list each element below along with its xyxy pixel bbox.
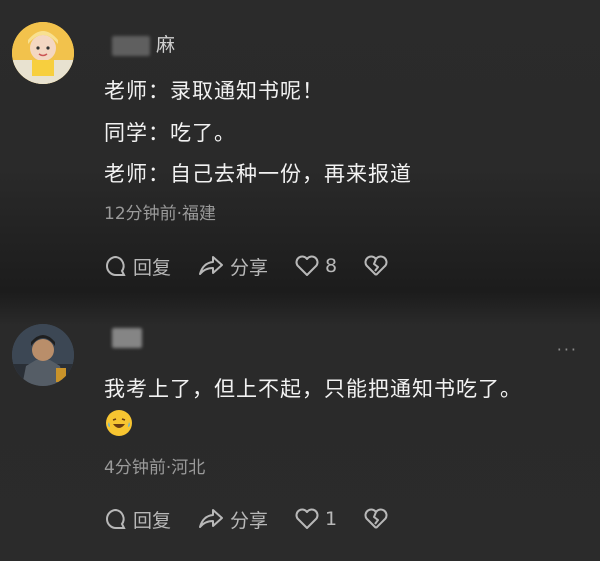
comment-text-line: 老师：自己去种一份，再来报道 (104, 162, 412, 186)
avatar[interactable] (12, 324, 74, 386)
share-arrow-icon (199, 509, 224, 528)
comment-text-line: 同学：吃了。 (104, 121, 236, 145)
more-options-button[interactable]: ··· (557, 340, 578, 359)
reply-button[interactable]: 回复 (104, 506, 171, 533)
like-button[interactable]: 1 (294, 507, 337, 531)
heart-icon (295, 508, 319, 529)
baby-avatar-icon (12, 22, 74, 84)
warrior-avatar-icon (12, 324, 74, 386)
broken-heart-icon (364, 255, 388, 276)
share-button[interactable]: 分享 (197, 253, 268, 280)
share-button[interactable]: 分享 (197, 506, 268, 533)
broken-heart-icon (364, 508, 388, 529)
comment-text-line: 我考上了，但上不起，只能把通知书吃了。 (104, 377, 522, 401)
share-arrow-icon (199, 256, 224, 275)
blurred-name (112, 327, 142, 348)
speech-bubble-icon (106, 508, 126, 529)
comment-actions: 回复 分享 8 (104, 252, 420, 280)
speech-bubble-icon (106, 255, 126, 276)
reply-label: 回复 (133, 509, 172, 532)
comment-meta: 4分钟前·河北 (104, 458, 206, 478)
laughing-crying-emoji (106, 410, 132, 436)
like-count: 1 (325, 508, 338, 530)
like-button[interactable]: 8 (294, 254, 337, 278)
comment-item: 麻 老师：录取通知书呢！ 同学：吃了。 老师：自己去种一份，再来报道 12分钟前… (0, 0, 600, 300)
heart-icon (295, 255, 319, 276)
laughing-crying-icon (107, 411, 131, 435)
username[interactable] (112, 326, 148, 348)
share-label: 分享 (230, 256, 269, 279)
like-count: 8 (325, 255, 338, 277)
blurred-name (112, 35, 150, 56)
reply-label: 回复 (133, 256, 172, 279)
avatar[interactable] (12, 22, 74, 84)
comment-text-line: 老师：录取通知书呢！ (104, 79, 324, 103)
dislike-button[interactable] (363, 507, 394, 531)
comment-actions: 回复 分享 1 (104, 505, 420, 533)
dislike-button[interactable] (363, 254, 394, 278)
username[interactable]: 麻 (112, 30, 175, 57)
reply-button[interactable]: 回复 (104, 253, 171, 280)
share-label: 分享 (230, 509, 269, 532)
comment-meta: 12分钟前·福建 (104, 204, 217, 224)
comment-item: ··· 我考上了，但上不起，只能把通知书吃了。 4分钟前·河北 回复 分享 1 (0, 300, 600, 561)
